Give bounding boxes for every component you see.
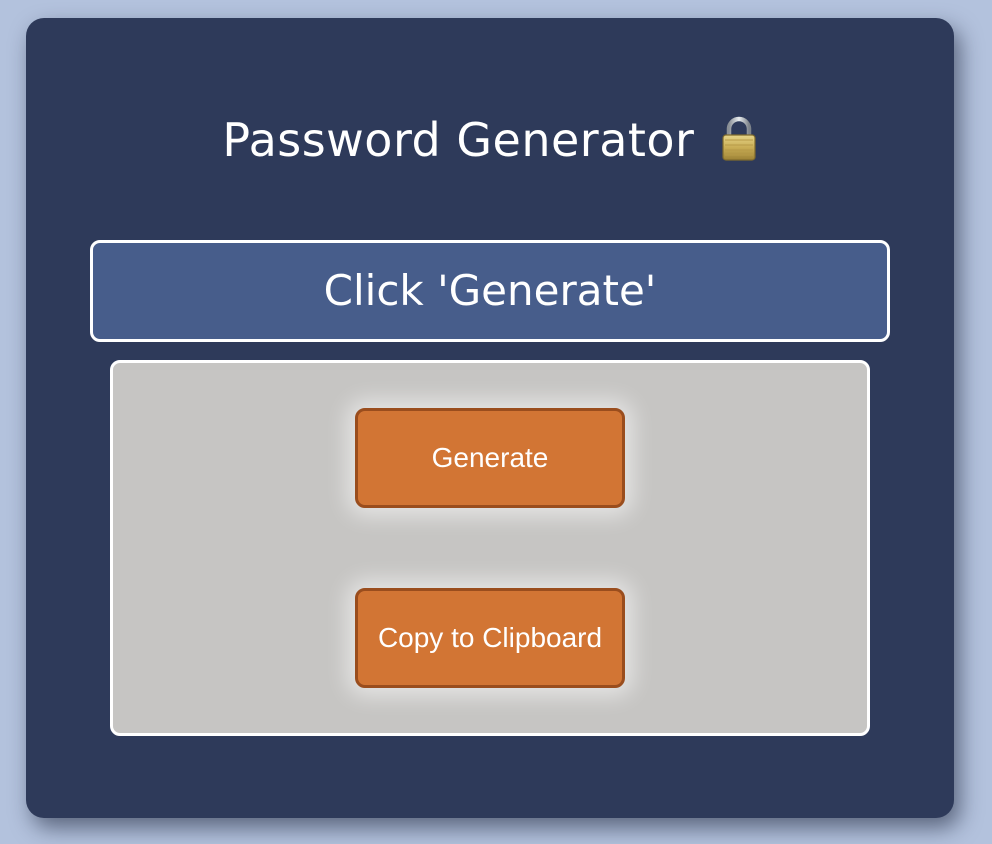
generate-button[interactable]: Generate — [355, 408, 625, 508]
password-output: Click 'Generate' — [90, 240, 890, 342]
password-generator-card: Password Generator Click 'Generate' Gene… — [26, 18, 954, 818]
title-text: Password Generator — [222, 113, 695, 167]
lock-icon — [720, 110, 758, 161]
page-title: Password Generator — [26, 104, 954, 176]
copy-to-clipboard-button[interactable]: Copy to Clipboard — [355, 588, 625, 688]
controls-panel: Generate Copy to Clipboard — [110, 360, 870, 736]
